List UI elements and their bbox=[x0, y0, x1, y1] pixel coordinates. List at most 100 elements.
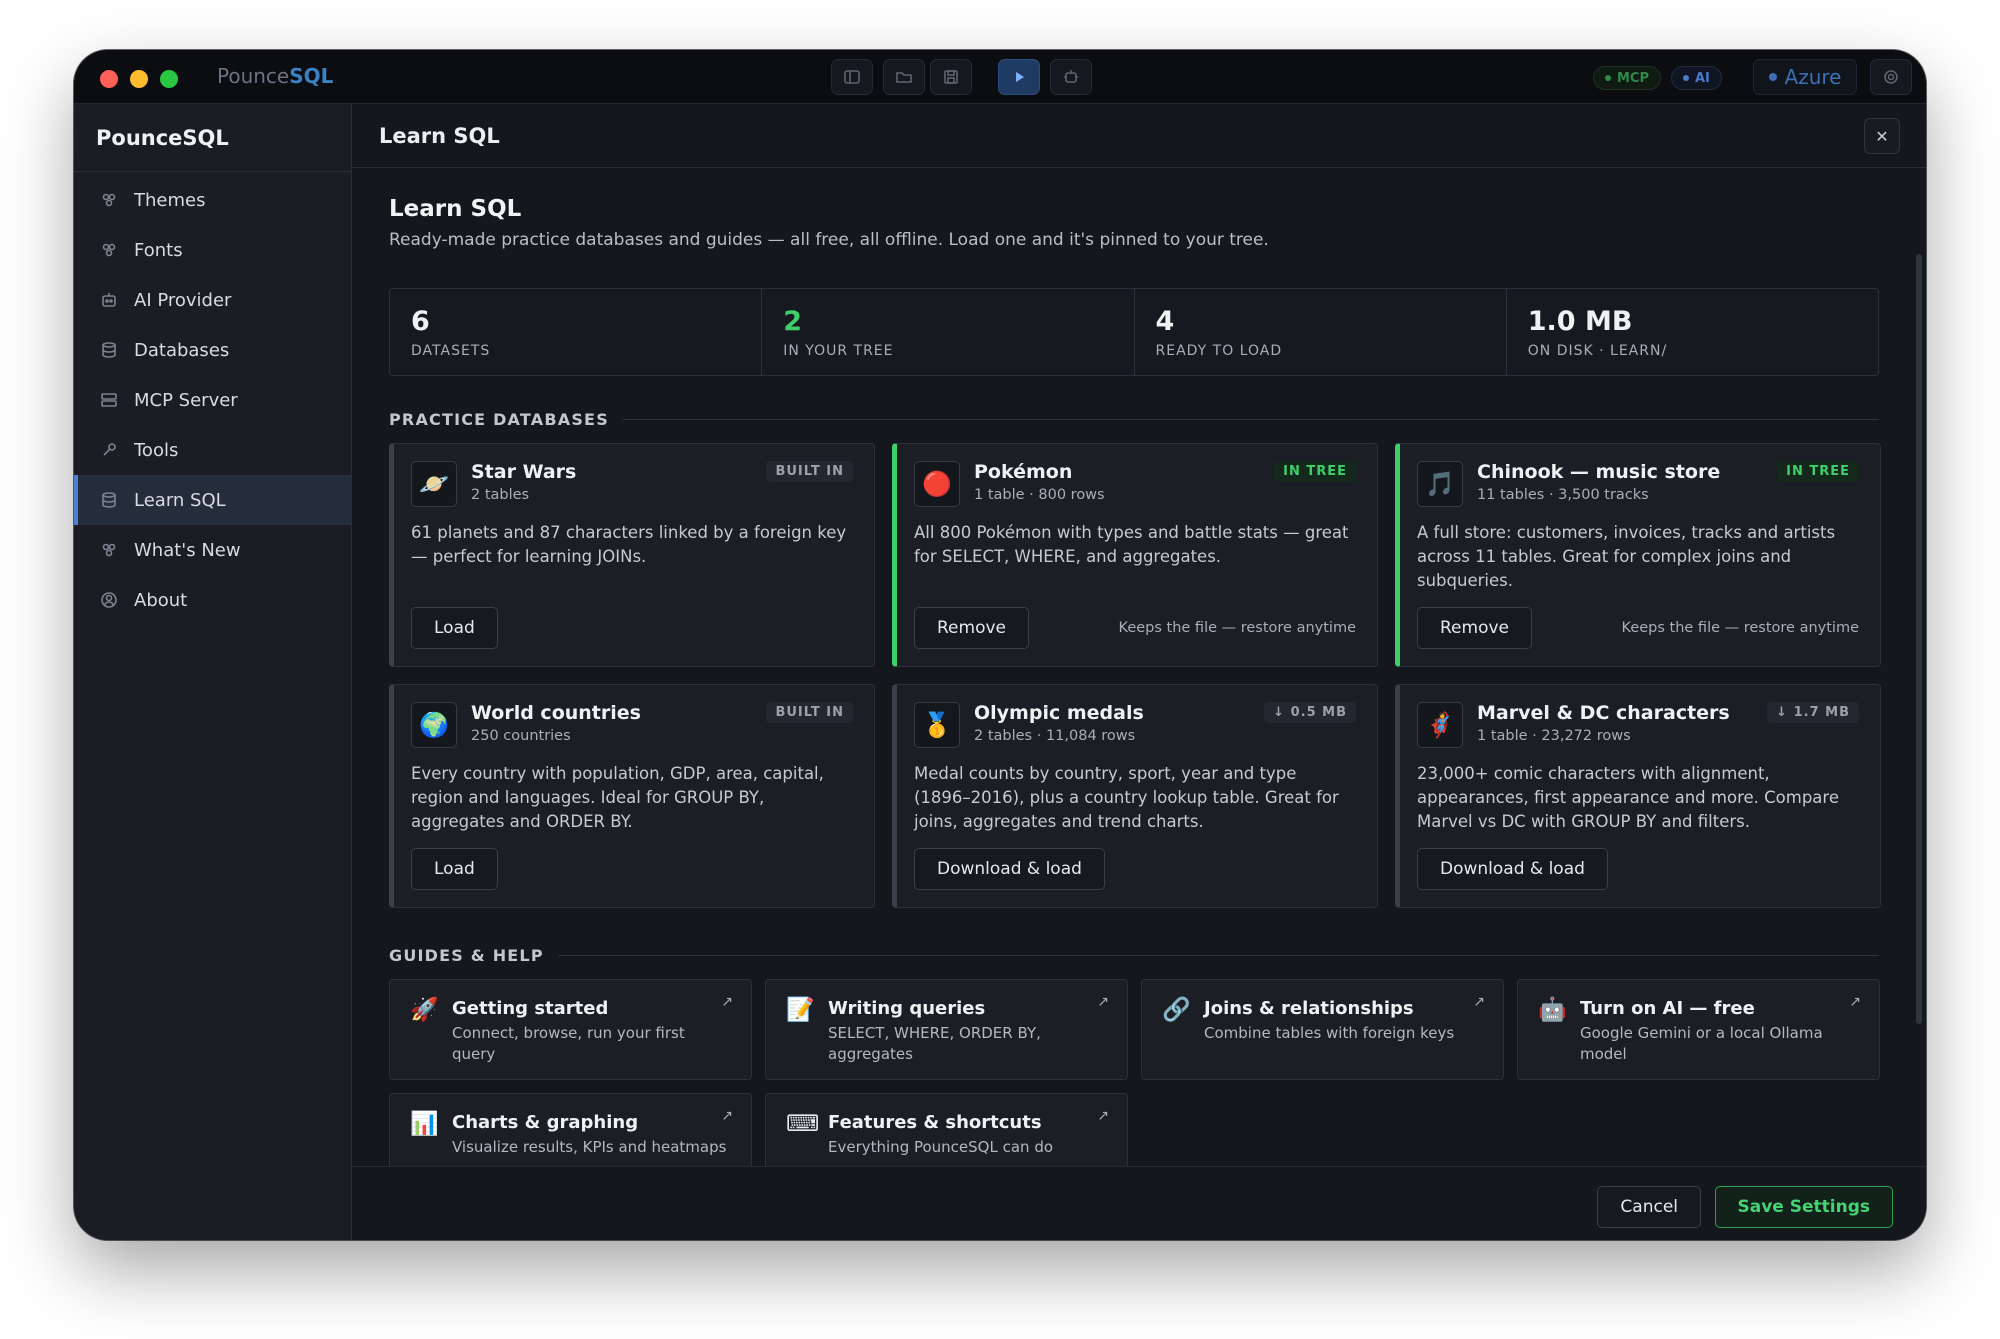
status-dot-icon bbox=[1768, 73, 1777, 81]
guide-icon: 🤖 bbox=[1538, 997, 1567, 1023]
minimize-window-button[interactable] bbox=[130, 70, 148, 88]
stat-value: 1.0 MB bbox=[1527, 306, 1633, 337]
keep-file-note: Keeps the file — restore anytime bbox=[1118, 620, 1356, 636]
save-icon bbox=[944, 70, 958, 84]
ai-status-pill[interactable]: AI bbox=[1671, 66, 1722, 90]
sidebar-item-mcp-server[interactable]: MCP Server bbox=[74, 375, 351, 425]
guide-description: Visualize results, KPIs and heatmaps bbox=[452, 1138, 727, 1156]
dataset-description: 23,000+ comic characters with alignment,… bbox=[1417, 764, 1839, 831]
database-icon bbox=[100, 341, 118, 359]
external-link-icon: ↗ bbox=[1473, 994, 1485, 1010]
header-title: Learn SQL bbox=[379, 124, 500, 148]
settings-button[interactable] bbox=[1870, 59, 1912, 95]
run-query-button[interactable] bbox=[998, 59, 1040, 95]
sidebar-item-label: Themes bbox=[134, 189, 206, 211]
stats-bar: 6 DATASETS 2 IN YOUR TREE 4 READY TO LOAD 1.0 … bbox=[389, 288, 1879, 376]
palette-icon bbox=[100, 191, 118, 209]
sidebar-item-themes[interactable]: Themes bbox=[74, 175, 351, 225]
download-load-button[interactable]: Download & load bbox=[1417, 848, 1608, 890]
status-badge: ↓ 0.5 MB bbox=[1264, 702, 1356, 723]
dataset-icon: 🔴 bbox=[914, 461, 960, 507]
guide-icon: ⌨ bbox=[786, 1111, 820, 1137]
stat-label: DATASETS bbox=[411, 343, 491, 359]
external-link-icon: ↗ bbox=[1097, 1108, 1109, 1124]
dataset-icon: 🪐 bbox=[411, 461, 457, 507]
database-card-marvel-dc-characters: 🦸 Marvel & DC characters 1 table · 23,272 … bbox=[1395, 684, 1881, 908]
sidebar-item-about[interactable]: About bbox=[74, 575, 351, 625]
page-title: Learn SQL bbox=[389, 196, 522, 222]
download-load-button[interactable]: Download & load bbox=[914, 848, 1105, 890]
open-file-button[interactable] bbox=[883, 59, 925, 95]
guide-title: Charts & graphing bbox=[452, 1112, 639, 1133]
cancel-button[interactable]: Cancel bbox=[1597, 1186, 1701, 1228]
connection-selector[interactable]: Azure bbox=[1753, 59, 1857, 95]
guide-card-features-shortcuts[interactable]: ⌨ Features & shortcuts Everything PounceSQ… bbox=[765, 1093, 1128, 1166]
sidebar-item-learn-sql[interactable]: Learn SQL bbox=[74, 475, 351, 525]
folder-icon bbox=[896, 72, 912, 83]
save-settings-button[interactable]: Save Settings bbox=[1714, 1186, 1893, 1228]
dataset-description: All 800 Pokémon with types and battle st… bbox=[914, 523, 1349, 566]
sidebar-item-label: Fonts bbox=[134, 239, 183, 261]
status-badge: BUILT IN bbox=[766, 461, 853, 482]
palette-icon bbox=[100, 241, 118, 259]
guide-title: Features & shortcuts bbox=[828, 1112, 1042, 1133]
sidebar-icon bbox=[844, 70, 860, 84]
status-badge: ↓ 1.7 MB bbox=[1767, 702, 1859, 723]
load-button[interactable]: Load bbox=[411, 848, 498, 890]
guide-description: Connect, browse, run your first query bbox=[452, 1024, 685, 1063]
guide-card-turn-on-ai-free[interactable]: 🤖 Turn on AI — free Google Gemini or a loc… bbox=[1517, 979, 1880, 1080]
sidebar-item-fonts[interactable]: Fonts bbox=[74, 225, 351, 275]
guides-section-header: GUIDES & HELP bbox=[389, 946, 1879, 965]
database-card-olympic-medals: 🥇 Olympic medals 2 tables · 11,084 rows ↓ 0… bbox=[892, 684, 1378, 908]
main-header: Learn SQL ✕ bbox=[352, 104, 1926, 168]
stat-value: 2 bbox=[783, 306, 803, 337]
guide-card-charts-graphing[interactable]: 📊 Charts & graphing Visualize results, KPI… bbox=[389, 1093, 752, 1166]
sidebar-item-databases[interactable]: Databases bbox=[74, 325, 351, 375]
wrench-icon bbox=[100, 441, 118, 459]
zoom-window-button[interactable] bbox=[160, 70, 178, 88]
remove-button[interactable]: Remove bbox=[1417, 607, 1532, 649]
content-scrollbar[interactable] bbox=[1916, 254, 1922, 1024]
stat-label: IN YOUR TREE bbox=[783, 343, 894, 359]
page-subtitle: Ready-made practice databases and guides… bbox=[389, 230, 1269, 250]
ai-assistant-button[interactable] bbox=[1050, 59, 1092, 95]
load-button[interactable]: Load bbox=[411, 607, 498, 649]
sidebar-item-label: About bbox=[134, 589, 188, 611]
guide-icon: 🔗 bbox=[1162, 997, 1191, 1023]
sidebar-item-label: Tools bbox=[134, 439, 179, 461]
robot-icon bbox=[1064, 70, 1078, 83]
stat-ready-to-load: 4 READY TO LOAD bbox=[1135, 289, 1507, 375]
sidebar-item-ai-provider[interactable]: AI Provider bbox=[74, 275, 351, 325]
toggle-sidebar-button[interactable] bbox=[831, 59, 873, 95]
practice-section-header: PRACTICE DATABASES bbox=[389, 410, 1879, 429]
stat-label: READY TO LOAD bbox=[1155, 343, 1283, 359]
guide-card-getting-started[interactable]: 🚀 Getting started Connect, browse, run you… bbox=[389, 979, 752, 1080]
title-bar: PounceSQL MCP AI Azure bbox=[74, 50, 1926, 104]
dataset-meta: 11 tables · 3,500 tracks bbox=[1477, 487, 1649, 503]
guide-description: Google Gemini or a local Ollama model bbox=[1580, 1024, 1823, 1063]
guide-icon: 🚀 bbox=[410, 997, 439, 1023]
palette-icon bbox=[100, 541, 118, 559]
user-circle-icon bbox=[100, 591, 118, 609]
sidebar-item-tools[interactable]: Tools bbox=[74, 425, 351, 475]
dataset-description: Medal counts by country, sport, year and… bbox=[914, 764, 1339, 831]
database-card-world-countries: 🌍 World countries 250 countries BUILT IN Eve… bbox=[389, 684, 875, 908]
guide-card-writing-queries[interactable]: 📝 Writing queries SELECT, WHERE, ORDER BY,… bbox=[765, 979, 1128, 1080]
database-card-pok-mon: 🔴 Pokémon 1 table · 800 rows IN TREE All 800… bbox=[892, 443, 1378, 667]
learn-sql-content[interactable]: Learn SQL Ready-made practice databases … bbox=[352, 168, 1926, 1166]
sidebar-item-label: Learn SQL bbox=[134, 489, 226, 511]
dataset-name: Chinook — music store bbox=[1477, 461, 1721, 483]
guide-icon: 📊 bbox=[410, 1111, 439, 1137]
guide-icon: 📝 bbox=[786, 997, 815, 1023]
sidebar-item-what-s-new[interactable]: What's New bbox=[74, 525, 351, 575]
dataset-icon: 🎵 bbox=[1417, 461, 1463, 507]
close-dialog-button[interactable]: ✕ bbox=[1864, 118, 1900, 154]
guide-card-joins-relationships[interactable]: 🔗 Joins & relationships Combine tables wit… bbox=[1141, 979, 1504, 1080]
close-window-button[interactable] bbox=[100, 70, 118, 88]
remove-button[interactable]: Remove bbox=[914, 607, 1029, 649]
mcp-status-pill[interactable]: MCP bbox=[1593, 66, 1662, 90]
dataset-meta: 250 countries bbox=[471, 728, 571, 744]
save-file-button[interactable] bbox=[930, 59, 972, 95]
stat-label: ON DISK · LEARN/ bbox=[1527, 343, 1668, 359]
database-card-star-wars: 🪐 Star Wars 2 tables BUILT IN 61 planets and… bbox=[389, 443, 875, 667]
